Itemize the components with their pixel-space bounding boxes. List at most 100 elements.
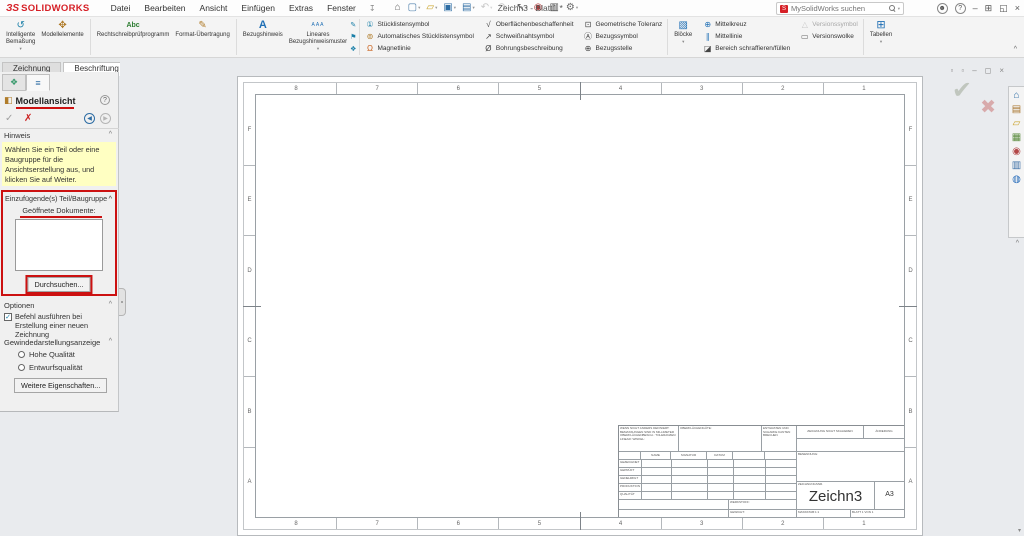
tables-button[interactable]: ⊞ Tabellen ▾: [867, 19, 895, 45]
property-manager-tab[interactable]: ≡: [26, 74, 50, 91]
blocks-button[interactable]: ▧ Blöcke ▾: [671, 19, 695, 45]
task-pane-icon[interactable]: ▦: [1012, 132, 1021, 143]
chevron-down-icon[interactable]: ▾: [898, 6, 900, 12]
child-window-control-icon[interactable]: ◻: [985, 66, 992, 75]
qat-button[interactable]: ▤ ▾: [459, 1, 478, 16]
thread-display-section-header[interactable]: Gewindedarstellungsanzeige ^: [4, 338, 112, 347]
high-quality-option[interactable]: Hohe Qualität: [18, 350, 75, 359]
title-block[interactable]: WENN NICHT ANDERS DEFINIERT: BEMASSUNGEN…: [618, 425, 904, 517]
task-pane-icon[interactable]: ▤: [1012, 104, 1021, 115]
browse-button[interactable]: Durchsuchen...: [27, 277, 90, 292]
panel-help-icon[interactable]: ?: [100, 95, 110, 105]
ribbon-small-button[interactable]: ⊡ Geometrische Toleranz: [582, 18, 665, 30]
qat-button[interactable]: ▣ ▾: [440, 1, 459, 16]
back-button[interactable]: ◀: [84, 113, 95, 124]
menu-item[interactable]: Datei: [104, 1, 138, 15]
task-pane-icon[interactable]: ◉: [1012, 146, 1021, 157]
ribbon-small-button[interactable]: ⊕ Mittelkreuz: [701, 18, 748, 30]
spell-checker-button[interactable]: Abc Rechtschreibprüfprogramm: [94, 19, 173, 40]
child-window-control-icon[interactable]: –: [972, 66, 976, 75]
section-title: Einzufügende(s) Teil/Baugruppe: [5, 194, 107, 203]
tolerance-note: WENN NICHT ANDERS DEFINIERT: BEMASSUNGEN…: [619, 426, 679, 452]
menu-item[interactable]: Ansicht: [193, 1, 235, 15]
ribbon-collapse-chevron-icon[interactable]: ^: [1014, 46, 1017, 53]
close-button[interactable]: ×: [1015, 3, 1020, 14]
draft-quality-option[interactable]: Entwurfsqualität: [18, 363, 82, 372]
notice-section-header[interactable]: Hinweis ^: [4, 131, 112, 140]
linear-note-pattern-button[interactable]: AAA Lineares Bezugshinweismuster ▾: [286, 19, 350, 52]
collapse-chevron-icon[interactable]: ^: [109, 301, 112, 310]
more-properties-button[interactable]: Weitere Eigenschaften...: [14, 378, 107, 393]
ribbon-small-button[interactable]: ∥ Mittellinie: [701, 30, 744, 42]
pin-icon[interactable]: ↧: [369, 4, 376, 13]
qat-button[interactable]: ▱ ▾: [423, 1, 440, 16]
ribbon-small-button[interactable]: ▭ Versionswolke: [798, 30, 856, 42]
checkbox-checked-icon[interactable]: ✓: [4, 313, 12, 321]
cancel-button[interactable]: ✗: [24, 113, 32, 124]
note-tool-icon[interactable]: ⚑: [350, 32, 356, 43]
layout-grid-icon[interactable]: ⊞: [985, 3, 993, 14]
button-label: Automatisches Stücklistensymbol: [377, 33, 473, 40]
task-pane-icon[interactable]: ▱: [1013, 118, 1021, 129]
run-command-option[interactable]: ✓ Befehl ausführen bei Erstellung einer …: [4, 312, 116, 339]
scroll-down-icon[interactable]: ▾: [1018, 527, 1021, 534]
ribbon-small-button[interactable]: △ Versionssymbol: [798, 18, 860, 30]
confirmation-ok-icon[interactable]: ✔: [952, 76, 972, 105]
ribbon-small-button[interactable]: ◪ Bereich schraffieren/füllen: [701, 42, 792, 54]
ribbon-small-button[interactable]: Ⓐ Bezugssymbol: [582, 30, 640, 42]
collapse-chevron-icon[interactable]: ^: [109, 131, 112, 140]
ok-button[interactable]: ✓: [5, 113, 13, 124]
collapse-chevron-icon[interactable]: ^: [109, 194, 112, 203]
ribbon-small-button[interactable]: ⊚ Automatisches Stücklistensymbol: [363, 30, 475, 42]
radio-icon[interactable]: [18, 351, 25, 358]
search-input[interactable]: [791, 4, 889, 13]
confirmation-cancel-icon[interactable]: ✖: [980, 96, 996, 119]
ribbon-small-button[interactable]: ① Stücklistensymbol: [363, 18, 431, 30]
options-section-header[interactable]: Optionen ^: [4, 301, 112, 310]
user-account-icon[interactable]: ☻: [937, 3, 948, 14]
ribbon-small-button[interactable]: ↗ Schweißnahtsymbol: [482, 30, 556, 42]
minimize-button[interactable]: –: [973, 3, 978, 14]
feature-manager-tab[interactable]: ❖: [2, 74, 26, 91]
button-label: Bereich schraffieren/füllen: [715, 45, 790, 52]
search-box[interactable]: S ▾: [776, 2, 904, 15]
menu-item[interactable]: Einfügen: [234, 1, 282, 15]
qat-button[interactable]: ▢ ▾: [405, 1, 424, 16]
search-icon[interactable]: [889, 5, 896, 12]
menu-item[interactable]: Extras: [282, 1, 320, 15]
ribbon-small-button[interactable]: Ø Bohrungsbeschreibung: [482, 42, 565, 54]
approval-row-label: PRODUKTION: [620, 485, 640, 489]
child-window-control-icon[interactable]: ▫: [951, 66, 954, 75]
insert-section-header[interactable]: Einzufügende(s) Teil/Baugruppe ^: [3, 192, 115, 203]
model-items-button[interactable]: ✥ Modellelemente: [38, 19, 86, 40]
help-icon[interactable]: ?: [955, 3, 966, 14]
qat-button[interactable]: ↶ ▾: [478, 1, 496, 16]
note-button[interactable]: A Bezugshinweis: [240, 19, 286, 40]
task-pane-icon[interactable]: ⌂: [1013, 90, 1019, 101]
task-pane-icon[interactable]: ◍: [1012, 174, 1021, 185]
note-tool-icon[interactable]: ✎: [350, 20, 356, 31]
radio-icon[interactable]: [18, 364, 25, 371]
note-tool-icon[interactable]: ❖: [350, 44, 356, 55]
drawing-sheet[interactable]: 87654321 87654321 FEDCBA FEDCBA WENN NIC…: [237, 76, 923, 536]
task-pane-collapse-icon[interactable]: ^: [1016, 240, 1019, 247]
panel-splitter-handle[interactable]: [119, 288, 126, 316]
child-window-control-icon[interactable]: ×: [999, 66, 1004, 75]
restore-button[interactable]: ◱: [999, 3, 1008, 14]
format-painter-button[interactable]: ✎ Format-Übertragung: [172, 19, 232, 40]
menu-item[interactable]: Bearbeiten: [137, 1, 192, 15]
zone-label: 3: [661, 518, 742, 529]
task-pane-icon[interactable]: ▥: [1012, 160, 1021, 171]
collapse-chevron-icon[interactable]: ^: [109, 338, 112, 347]
ribbon-small-button[interactable]: Ω Magnetlinie: [363, 42, 412, 54]
ribbon-small-button[interactable]: √ Oberflächenbeschaffenheit: [482, 18, 576, 30]
child-window-control-icon[interactable]: ▫: [961, 66, 964, 75]
open-documents-listbox[interactable]: [15, 219, 103, 271]
menu-item[interactable]: Fenster: [320, 1, 363, 15]
smart-dimension-button[interactable]: ↺ Intelligente Bemaßung ▾: [3, 19, 38, 52]
next-button[interactable]: ▶: [100, 113, 111, 124]
qat-button[interactable]: ⚙ ▾: [563, 1, 581, 16]
qat-button[interactable]: ⌂: [392, 1, 405, 16]
graphics-area[interactable]: ▫▫–◻× ✔ ✖ 87654321 87654321 FEDCBA FEDCB…: [120, 58, 1024, 536]
ribbon-small-button[interactable]: ⊕ Bezugsstelle: [582, 42, 635, 54]
